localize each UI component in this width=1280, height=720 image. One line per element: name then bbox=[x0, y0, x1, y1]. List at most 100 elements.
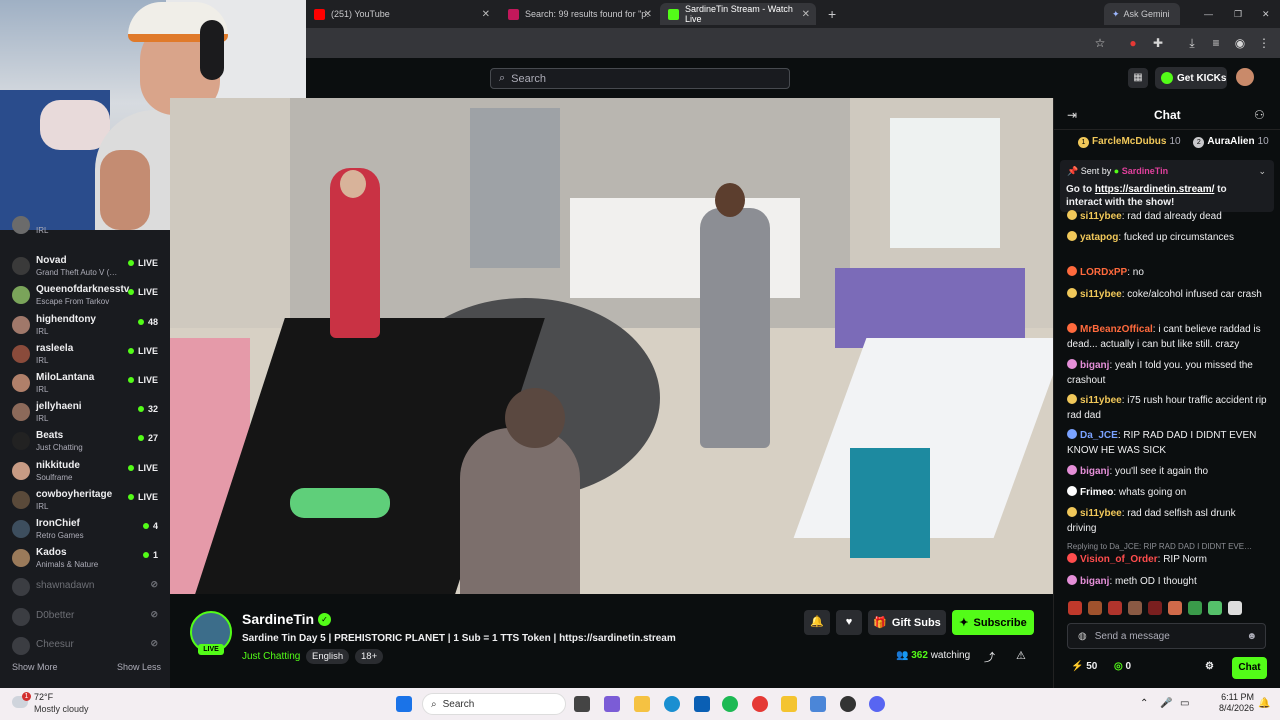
sender-name[interactable]: SardineTin bbox=[1122, 166, 1168, 176]
stream-category[interactable]: Just Chatting bbox=[242, 651, 300, 662]
app-icon[interactable] bbox=[840, 696, 856, 712]
followed-channel[interactable]: nikkitude Soulframe LIVE bbox=[12, 460, 162, 486]
network-icon[interactable]: ▭ bbox=[1180, 698, 1189, 709]
emote-icon[interactable] bbox=[1148, 601, 1162, 615]
chat-username[interactable]: yatapog bbox=[1080, 232, 1118, 243]
app-icon[interactable] bbox=[810, 696, 826, 712]
followed-channel[interactable]: rasleela IRL LIVE bbox=[12, 343, 162, 369]
ask-gemini-button[interactable]: ✦ Ask Gemini bbox=[1104, 3, 1180, 25]
emote-icon[interactable] bbox=[1228, 601, 1242, 615]
chat-users-icon[interactable]: ⚇ bbox=[1254, 108, 1265, 122]
search-input[interactable]: ⌕ Search bbox=[490, 68, 790, 89]
chat-username[interactable]: Vision_of_Order bbox=[1080, 554, 1158, 565]
tag-language[interactable]: English bbox=[306, 649, 350, 664]
chat-username[interactable]: Da_JCE bbox=[1080, 430, 1118, 441]
chrome-icon[interactable] bbox=[752, 696, 768, 712]
microphone-icon[interactable]: 🎤 bbox=[1160, 698, 1172, 709]
followed-channel[interactable]: Cheesur ⊘ bbox=[12, 635, 162, 661]
share-icon[interactable]: ⤴ bbox=[984, 649, 995, 665]
tray-chevron-icon[interactable]: ⌃ bbox=[1140, 698, 1148, 709]
windows-start-icon[interactable] bbox=[396, 696, 412, 712]
emote-icon[interactable] bbox=[1068, 601, 1082, 615]
followed-channel[interactable]: jellyhaeni IRL 32 bbox=[12, 401, 162, 427]
followed-channel[interactable]: MiloLantana IRL LIVE bbox=[12, 372, 162, 398]
tab-search[interactable]: Search: 99 results found for "p… ✕ bbox=[500, 3, 658, 25]
chat-username[interactable]: si11ybee bbox=[1080, 395, 1122, 406]
notification-bell-button[interactable]: 🔔 bbox=[804, 610, 830, 635]
pinned-link[interactable]: https://sardinetin.stream/ bbox=[1095, 184, 1214, 195]
profile-icon[interactable]: ◉ bbox=[1232, 35, 1248, 51]
chat-username[interactable]: biganj bbox=[1080, 360, 1109, 371]
taskbar-search[interactable]: ⌕ Search bbox=[422, 693, 566, 715]
emote-picker-icon[interactable]: ◍ bbox=[1078, 631, 1087, 642]
emote-icon[interactable] bbox=[1108, 601, 1122, 615]
media-icon[interactable]: ≡ bbox=[1208, 35, 1224, 51]
chat-username[interactable]: si11ybee bbox=[1080, 289, 1122, 300]
gift-subs-button[interactable]: 🎁 Gift Subs bbox=[868, 610, 946, 635]
chat-username[interactable]: biganj bbox=[1080, 576, 1109, 587]
followed-channel[interactable]: shawnadawn ⊘ bbox=[12, 576, 162, 602]
followed-channel[interactable]: D0better ⊘ bbox=[12, 606, 162, 632]
emote-icon[interactable] bbox=[1168, 601, 1182, 615]
file-explorer-icon[interactable] bbox=[634, 696, 650, 712]
chat-input[interactable]: ◍ Send a message ☻ bbox=[1067, 623, 1266, 649]
followed-channel[interactable]: IRL bbox=[12, 216, 162, 238]
subscribe-button[interactable]: ✦ Subscribe bbox=[952, 610, 1034, 635]
chat-username[interactable]: si11ybee bbox=[1080, 211, 1122, 222]
chat-username[interactable]: MrBeanzOffical bbox=[1080, 324, 1153, 335]
report-icon[interactable]: ⚠ bbox=[1016, 649, 1026, 662]
get-kicks-button[interactable]: Get KICKs bbox=[1155, 67, 1227, 89]
close-icon[interactable]: ✕ bbox=[482, 9, 490, 20]
store-icon[interactable] bbox=[694, 696, 710, 712]
app-icon[interactable] bbox=[781, 696, 797, 712]
chat-send-button[interactable]: Chat bbox=[1232, 657, 1267, 679]
edge-icon[interactable] bbox=[664, 696, 680, 712]
layout-icon[interactable]: ▦ bbox=[1128, 68, 1148, 88]
followed-channel[interactable]: Kados Animals & Nature 1 bbox=[12, 547, 162, 573]
spotify-icon[interactable] bbox=[722, 696, 738, 712]
window-close-button[interactable]: ✕ bbox=[1254, 3, 1270, 25]
followed-channel[interactable]: cowboyheritage IRL LIVE bbox=[12, 489, 162, 515]
followed-channel[interactable]: Queenofdarknesstv Escape From Tarkov LIVE bbox=[12, 284, 162, 310]
emote-icon[interactable] bbox=[1188, 601, 1202, 615]
emote-icon[interactable] bbox=[1208, 601, 1222, 615]
weather-widget[interactable]: 1 72°F Mostly cloudy bbox=[12, 692, 122, 716]
chat-username[interactable]: LORDxPP bbox=[1080, 267, 1127, 278]
emote-icon[interactable] bbox=[1088, 601, 1102, 615]
emoji-icon[interactable]: ☻ bbox=[1246, 631, 1257, 642]
collapse-chat-icon[interactable]: ⇥ bbox=[1067, 108, 1077, 122]
follow-heart-button[interactable]: ♥ bbox=[836, 610, 862, 635]
notification-icon[interactable]: 🔔 bbox=[1258, 698, 1270, 709]
chat-username[interactable]: si11ybee bbox=[1080, 508, 1122, 519]
close-icon[interactable]: ✕ bbox=[802, 9, 810, 20]
new-tab-button[interactable]: + bbox=[820, 3, 840, 25]
task-view-icon[interactable] bbox=[574, 696, 590, 712]
user-avatar[interactable] bbox=[1236, 68, 1254, 86]
teams-icon[interactable] bbox=[604, 696, 620, 712]
chat-settings-icon[interactable]: ⚙ bbox=[1205, 661, 1214, 672]
system-clock[interactable]: 6:11 PM 8/4/2026 bbox=[1206, 692, 1254, 714]
leader-name[interactable]: AuraAlien bbox=[1207, 136, 1254, 147]
maximize-button[interactable]: ❐ bbox=[1226, 3, 1242, 25]
followed-channel[interactable]: highendtony IRL 48 bbox=[12, 314, 162, 340]
minimize-button[interactable]: — bbox=[1196, 3, 1213, 25]
bookmark-star-icon[interactable]: ☆ bbox=[1092, 35, 1108, 51]
chat-username[interactable]: Frimeo bbox=[1080, 487, 1113, 498]
show-more-link[interactable]: Show More bbox=[12, 662, 58, 672]
menu-icon[interactable]: ⋮ bbox=[1256, 35, 1272, 51]
leader-name[interactable]: FarcleMcDubus bbox=[1092, 136, 1166, 147]
followed-channel[interactable]: Novad Grand Theft Auto V (… LIVE bbox=[12, 255, 162, 281]
close-icon[interactable]: ✕ bbox=[644, 9, 652, 20]
extensions-puzzle-icon[interactable]: ✚ bbox=[1150, 35, 1166, 51]
tab-sardinetin[interactable]: SardineTin Stream - Watch Live ✕ bbox=[660, 3, 816, 25]
followed-channel[interactable]: IronChief Retro Games 4 bbox=[12, 518, 162, 544]
download-icon[interactable]: ⤓ bbox=[1184, 35, 1200, 51]
extension-icon[interactable]: ● bbox=[1125, 35, 1141, 51]
video-player[interactable] bbox=[170, 98, 1053, 594]
tab-youtube[interactable]: (251) YouTube ✕ bbox=[306, 3, 496, 25]
chat-username[interactable]: biganj bbox=[1080, 466, 1109, 477]
followed-channel[interactable]: Beats Just Chatting 27 bbox=[12, 430, 162, 456]
discord-icon[interactable] bbox=[869, 696, 885, 712]
tag-mature[interactable]: 18+ bbox=[355, 649, 384, 664]
emote-icon[interactable] bbox=[1128, 601, 1142, 615]
